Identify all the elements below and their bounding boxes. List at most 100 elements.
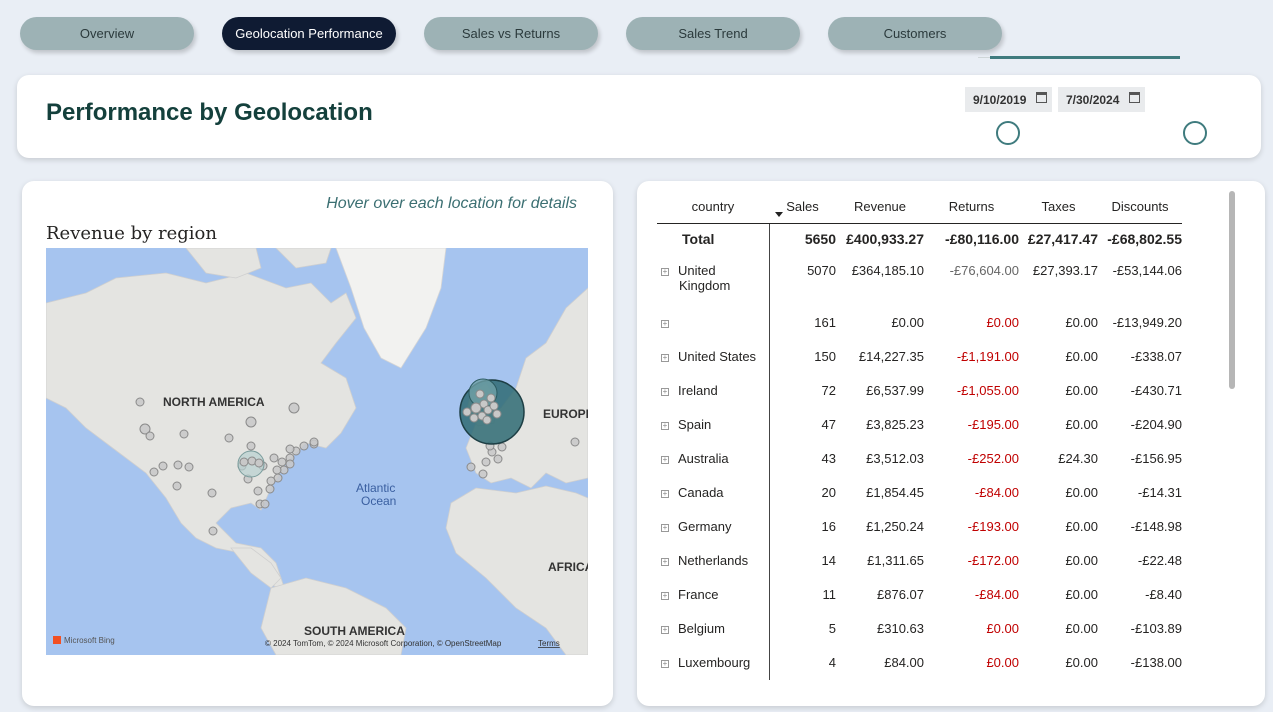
label-atlantic: Atlantic	[356, 481, 395, 495]
location-bubble	[172, 481, 182, 491]
taxes-cell: £27,393.17	[1032, 263, 1098, 278]
returns-cell: -£1,191.00	[956, 349, 1019, 364]
table-row[interactable]: + Spain 47 £3,825.23 -£195.00 £0.00 -£204…	[657, 408, 1182, 442]
country-name: France	[678, 587, 719, 602]
location-bubble	[309, 437, 319, 447]
total-returns: -£80,116.00	[945, 231, 1019, 247]
location-bubble	[493, 454, 503, 464]
table-row[interactable]: + United Kingdom 5070 £364,185.10 -£76,604…	[657, 254, 1182, 306]
table-row[interactable]: + United States 150 £14,227.35 -£1,191.00…	[657, 340, 1182, 374]
column-header-country[interactable]: country	[657, 189, 769, 224]
calendar-icon[interactable]	[1036, 92, 1047, 103]
map-canvas: NORTH AMERICA EUROPE Atlantic Ocean AFRI…	[46, 248, 588, 655]
table-row[interactable]: + Canada 20 £1,854.45 -£84.00 £0.00 -£14.…	[657, 476, 1182, 510]
tab-overview[interactable]: Overview	[20, 17, 194, 50]
table-row[interactable]: + 161 £0.00 £0.00 £0.00 -£13,949.20	[657, 306, 1182, 340]
sales-cell: 72	[821, 383, 836, 398]
revenue-map[interactable]: NORTH AMERICA EUROPE Atlantic Ocean AFRI…	[46, 248, 588, 655]
discounts-cell: -£53,144.06	[1112, 263, 1182, 278]
table-scrollbar[interactable]	[1229, 191, 1235, 389]
total-discounts: -£68,802.55	[1107, 231, 1182, 247]
expand-icon[interactable]: +	[661, 660, 669, 668]
location-bubble	[482, 415, 492, 425]
sales-cell: 5070	[807, 263, 836, 278]
location-bubble	[260, 499, 270, 509]
column-header-discounts[interactable]: Discounts	[1098, 189, 1182, 224]
sales-cell: 20	[821, 485, 836, 500]
expand-icon[interactable]: +	[661, 268, 669, 276]
location-bubble	[570, 437, 580, 447]
revenue-cell: £1,311.65	[867, 553, 924, 568]
revenue-cell: £3,512.03	[866, 451, 924, 466]
column-header-returns[interactable]: Returns	[924, 189, 1019, 224]
returns-cell: £0.00	[986, 315, 1019, 330]
expand-icon[interactable]: +	[661, 422, 669, 430]
table-row[interactable]: + Belgium 5 £310.63 £0.00 £0.00 -£103.89	[657, 612, 1182, 646]
tab-sales-vs-returns[interactable]: Sales vs Returns	[424, 17, 598, 50]
location-bubble	[470, 402, 482, 414]
total-sales: 5650	[804, 231, 836, 247]
taxes-cell: £0.00	[1065, 587, 1098, 602]
table-row[interactable]: + France 11 £876.07 -£84.00 £0.00 -£8.40	[657, 578, 1182, 612]
revenue-cell: £364,185.10	[851, 263, 924, 278]
discounts-cell: -£204.90	[1130, 417, 1182, 432]
expand-icon[interactable]: +	[661, 456, 669, 464]
location-bubble	[492, 409, 502, 419]
revenue-cell: £0.00	[891, 315, 924, 330]
location-bubble	[239, 457, 249, 467]
tab-sales-trend[interactable]: Sales Trend	[626, 17, 800, 50]
taxes-cell: £0.00	[1065, 519, 1098, 534]
country-cell: + Luxembourg	[657, 646, 770, 680]
page-title: Performance by Geolocation	[46, 99, 373, 126]
location-bubble	[245, 416, 257, 428]
label-north-america: NORTH AMERICA	[163, 395, 265, 409]
location-bubble	[158, 461, 168, 471]
returns-cell: -£195.00	[967, 417, 1019, 432]
expand-icon[interactable]: +	[661, 524, 669, 532]
expand-icon[interactable]: +	[661, 490, 669, 498]
start-date-input[interactable]: 9/10/2019	[965, 87, 1052, 112]
date-slider-end-handle[interactable]	[1183, 121, 1207, 145]
location-bubble	[224, 433, 234, 443]
table-row[interactable]: + Germany 16 £1,250.24 -£193.00 £0.00 -£1…	[657, 510, 1182, 544]
revenue-cell: £310.63	[877, 621, 924, 636]
north-america-land	[46, 272, 357, 594]
table-row[interactable]: + Ireland 72 £6,537.99 -£1,055.00 £0.00 -…	[657, 374, 1182, 408]
sales-cell: 47	[821, 417, 836, 432]
date-slider-track[interactable]	[990, 56, 1180, 59]
total-label: Total	[657, 223, 770, 254]
expand-icon[interactable]: +	[661, 388, 669, 396]
total-taxes: £27,417.47	[1027, 231, 1098, 247]
expand-icon[interactable]: +	[661, 354, 669, 362]
revenue-cell: £1,854.45	[866, 485, 924, 500]
country-cell: + Spain	[657, 408, 770, 442]
column-header-taxes[interactable]: Taxes	[1019, 189, 1098, 224]
calendar-icon[interactable]	[1129, 92, 1140, 103]
label-ocean: Ocean	[361, 494, 396, 508]
tab-geolocation-performance[interactable]: Geolocation Performance	[222, 17, 396, 50]
expand-icon[interactable]: +	[661, 320, 669, 328]
expand-icon[interactable]: +	[661, 558, 669, 566]
returns-cell: -£84.00	[974, 485, 1019, 500]
country-name: Belgium	[678, 621, 725, 636]
expand-icon[interactable]: +	[661, 626, 669, 634]
location-bubble	[489, 401, 499, 411]
table-row[interactable]: + Luxembourg 4 £84.00 £0.00 £0.00 -£138.0…	[657, 646, 1182, 680]
end-date-input[interactable]: 7/30/2024	[1058, 87, 1145, 112]
date-slider-start-handle[interactable]	[996, 121, 1020, 145]
tab-customers[interactable]: Customers	[828, 17, 1002, 50]
discounts-cell: -£13,949.20	[1112, 315, 1182, 330]
discounts-cell: -£103.89	[1130, 621, 1182, 636]
revenue-cell: £14,227.35	[858, 349, 924, 364]
label-europe: EUROPE	[543, 407, 588, 421]
location-bubble	[481, 457, 491, 467]
location-bubble	[254, 458, 264, 468]
location-bubble	[207, 488, 217, 498]
revenue-cell: £84.00	[884, 655, 924, 670]
table-row[interactable]: + Australia 43 £3,512.03 -£252.00 £24.30 …	[657, 442, 1182, 476]
column-header-sales[interactable]: Sales	[769, 189, 836, 224]
table-row[interactable]: + Netherlands 14 £1,311.65 -£172.00 £0.00…	[657, 544, 1182, 578]
arctic-islands-land	[185, 248, 332, 279]
column-header-revenue[interactable]: Revenue	[836, 189, 924, 224]
expand-icon[interactable]: +	[661, 592, 669, 600]
